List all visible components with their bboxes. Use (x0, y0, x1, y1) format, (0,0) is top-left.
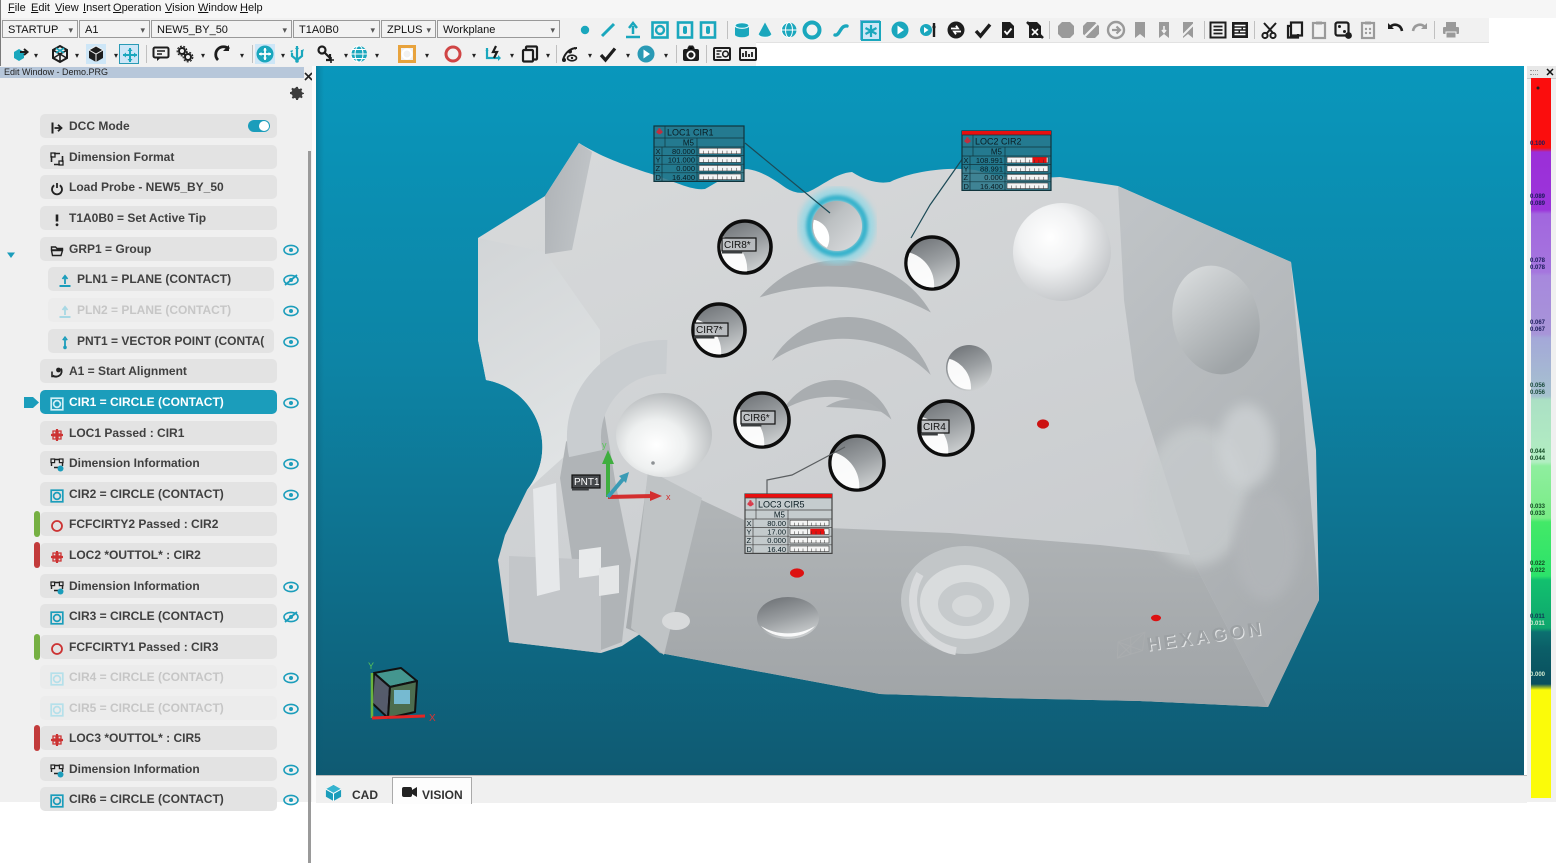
svg-text:CIR6*: CIR6* (743, 413, 770, 424)
svg-text:LOC1 CIR1: LOC1 CIR1 (667, 128, 714, 138)
svg-text:CIR4: CIR4 (923, 422, 946, 433)
svg-text:LOC2 CIR2: LOC2 CIR2 (975, 137, 1022, 147)
svg-text:CIR8*: CIR8* (724, 240, 751, 251)
svg-text:x: x (666, 492, 671, 502)
svg-text:CIR7*: CIR7* (696, 325, 723, 336)
svg-text:PNT1: PNT1 (574, 477, 600, 488)
svg-text:D: D (656, 173, 662, 182)
svg-text:X: X (429, 713, 436, 724)
svg-text:Y: Y (368, 661, 374, 671)
svg-text:LOC3 CIR5: LOC3 CIR5 (758, 500, 805, 510)
svg-text:16.40: 16.40 (767, 545, 786, 554)
svg-text:D: D (747, 545, 753, 554)
svg-text:16.400: 16.400 (980, 182, 1003, 191)
svg-text:y: y (602, 440, 607, 450)
svg-text:16.400: 16.400 (672, 173, 695, 182)
svg-text:D: D (964, 182, 970, 191)
